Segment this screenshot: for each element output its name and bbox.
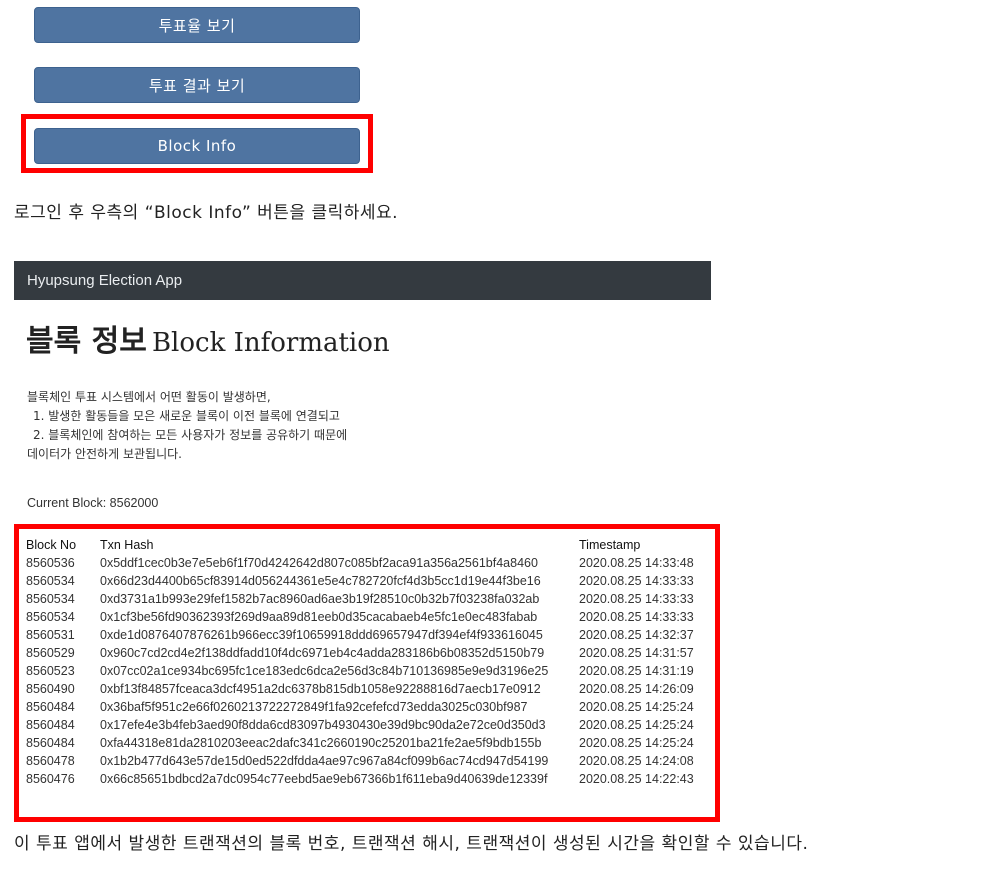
block-description: 블록체인 투표 시스템에서 어떤 활동이 발생하면, 1. 발생한 활동들을 모… <box>27 388 347 464</box>
instruction-caption-bottom: 이 투표 앱에서 발생한 트랜잭션의 블록 번호, 트랜잭션 해시, 트랜잭션이… <box>14 834 809 854</box>
app-navbar: Hyupsung Election App <box>14 261 711 300</box>
vote-rate-button[interactable]: 투표율 보기 <box>34 7 360 43</box>
vote-result-button[interactable]: 투표 결과 보기 <box>34 67 360 103</box>
current-block-label: Current Block: 8562000 <box>27 496 159 510</box>
instruction-caption-top: 로그인 후 우측의 “Block Info” 버튼을 클릭하세요. <box>14 203 399 223</box>
description-line: 2. 블록체인에 참여하는 모든 사용자가 정보를 공유하기 때문에 <box>33 428 348 442</box>
block-info-highlight-box <box>21 114 373 173</box>
page-title-english: Block Information <box>151 328 390 358</box>
page-title: 블록 정보 Block Information <box>26 316 390 360</box>
description-line: 1. 발생한 활동들을 모은 새로운 블록이 이전 블록에 연결되고 <box>33 409 340 423</box>
table-highlight-box <box>14 524 720 822</box>
page-title-korean: 블록 정보 <box>26 324 147 359</box>
description-line: 블록체인 투표 시스템에서 어떤 활동이 발생하면, <box>27 390 271 404</box>
app-brand[interactable]: Hyupsung Election App <box>27 272 182 289</box>
description-line: 데이터가 안전하게 보관됩니다. <box>27 447 182 461</box>
